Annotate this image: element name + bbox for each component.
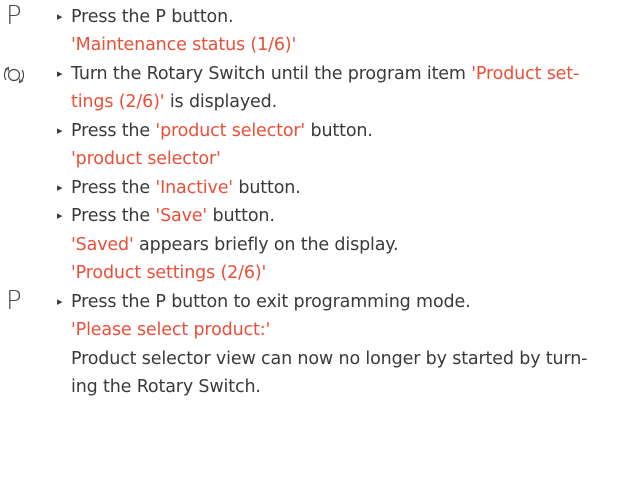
instruction-text: Press the bbox=[71, 206, 156, 226]
rotary-switch-icon-graphic bbox=[3, 66, 24, 84]
instruction-text: Turn the Rotary Switch until the program… bbox=[71, 64, 472, 84]
p-button-icon: P bbox=[6, 286, 22, 316]
rotary-switch-icon bbox=[0, 60, 40, 88]
program-item-highlight: tings (2/6)' bbox=[71, 92, 165, 112]
instruction-text: button. bbox=[207, 206, 275, 226]
display-message: 'Saved' bbox=[71, 235, 134, 255]
instruction-text: button. bbox=[305, 121, 373, 141]
note-text: Product selector view can now no longer … bbox=[71, 349, 588, 369]
instruction-text: is displayed. bbox=[164, 92, 278, 112]
program-item-highlight: 'Product set- bbox=[471, 64, 580, 84]
p-button-icon: P bbox=[6, 1, 22, 31]
button-name-highlight: 'Inactive' bbox=[155, 178, 233, 198]
result-text: appears briefly on the display. bbox=[133, 235, 399, 255]
bullet-arrow: ▸ bbox=[57, 124, 63, 137]
note-text: ing the Rotary Switch. bbox=[71, 377, 261, 397]
button-name-highlight: 'product selector' bbox=[155, 121, 306, 141]
instruction-text: Press the bbox=[71, 121, 156, 141]
display-message: 'product selector' bbox=[71, 149, 221, 169]
instruction-text: Press the P button. bbox=[71, 7, 234, 27]
bullet-arrow: ▸ bbox=[57, 67, 63, 80]
display-message: 'Please select product:' bbox=[71, 320, 271, 340]
bullet-arrow: ▸ bbox=[57, 181, 63, 194]
instruction-text: button. bbox=[232, 178, 301, 198]
bullet-arrow: ▸ bbox=[57, 10, 63, 23]
instruction-text: Press the bbox=[71, 178, 156, 198]
display-message: 'Maintenance status (1/6)' bbox=[71, 35, 297, 55]
button-name-highlight: 'Save' bbox=[155, 206, 208, 226]
bullet-arrow: ▸ bbox=[57, 295, 63, 308]
display-message: 'Product settings (2/6)' bbox=[71, 263, 267, 283]
bullet-arrow: ▸ bbox=[57, 209, 63, 222]
instruction-text: Press the P button to exit programming m… bbox=[71, 292, 471, 312]
